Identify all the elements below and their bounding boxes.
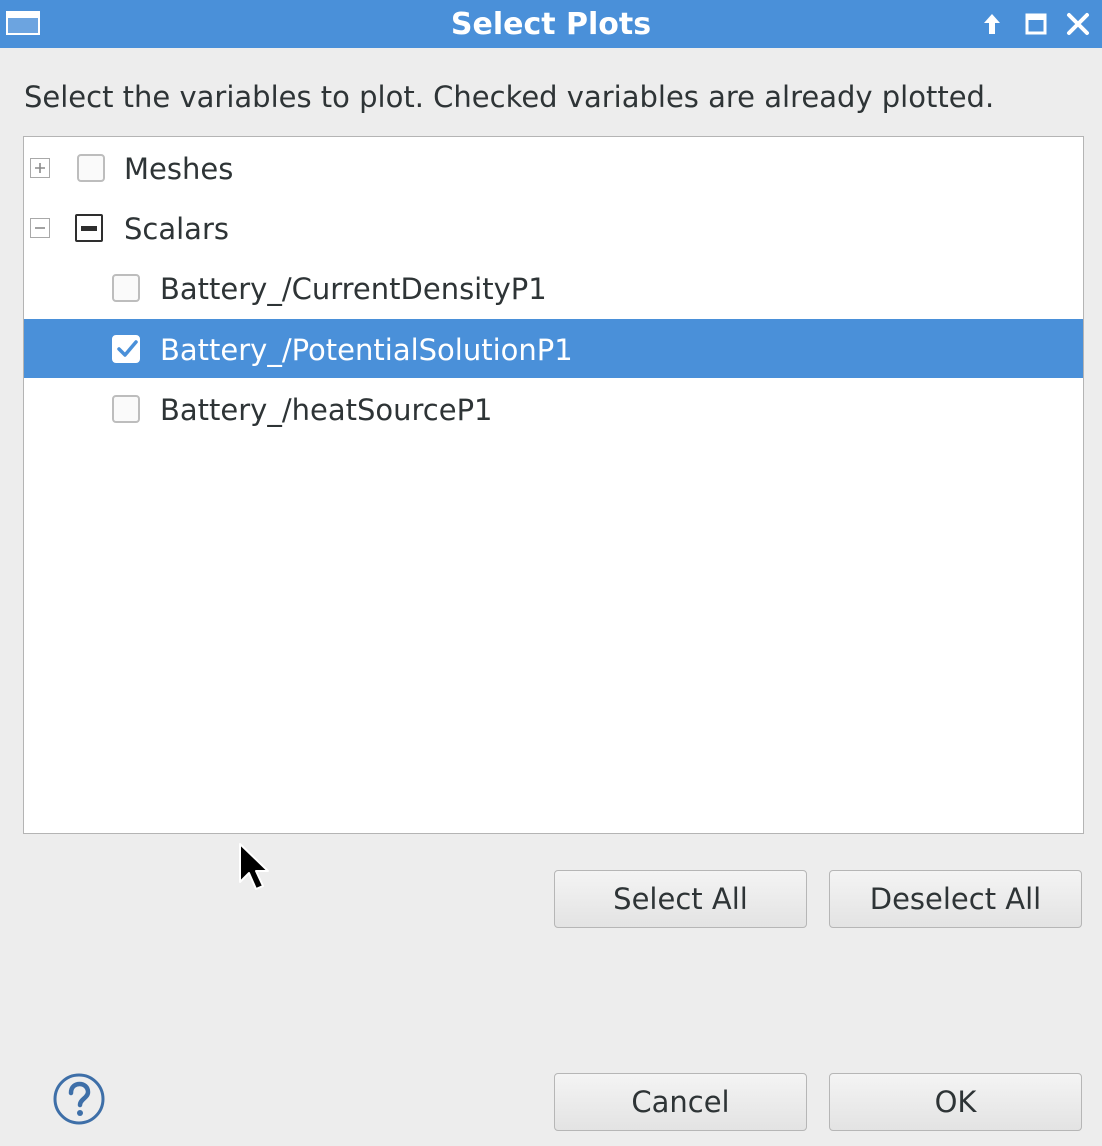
scalars-checkbox[interactable] xyxy=(75,214,103,242)
mouse-pointer-icon xyxy=(239,843,269,890)
expand-plus-icon[interactable] xyxy=(30,158,50,178)
variable-tree[interactable]: Meshes Scalars Battery_/CurrentDensityP1… xyxy=(23,136,1084,834)
tree-row-scalars[interactable]: Scalars xyxy=(24,198,1083,257)
variable-checkbox[interactable] xyxy=(112,274,140,302)
meshes-label: Meshes xyxy=(124,152,234,186)
instruction-text: Select the variables to plot. Checked va… xyxy=(24,80,995,114)
window-title: Select Plots xyxy=(450,7,652,42)
tree-row-meshes[interactable]: Meshes xyxy=(24,138,1083,197)
tree-row-variable-selected[interactable]: Battery_/PotentialSolutionP1 xyxy=(24,319,1083,378)
variable-label: Battery_/CurrentDensityP1 xyxy=(160,272,547,306)
variable-label: Battery_/PotentialSolutionP1 xyxy=(160,333,573,367)
close-icon[interactable] xyxy=(1062,8,1094,40)
deselect-all-button[interactable]: Deselect All xyxy=(829,870,1082,928)
help-icon[interactable] xyxy=(52,1072,106,1126)
scalars-label: Scalars xyxy=(124,212,229,246)
tree-row-variable[interactable]: Battery_/heatSourceP1 xyxy=(24,379,1083,438)
title-bar[interactable]: Select Plots xyxy=(0,0,1102,48)
variable-checkbox-checked[interactable] xyxy=(112,335,140,363)
ok-button[interactable]: OK xyxy=(829,1073,1082,1131)
variable-checkbox[interactable] xyxy=(112,395,140,423)
collapse-minus-icon[interactable] xyxy=(30,218,50,238)
variable-label: Battery_/heatSourceP1 xyxy=(160,393,493,427)
tree-row-variable[interactable]: Battery_/CurrentDensityP1 xyxy=(24,258,1083,317)
meshes-checkbox[interactable] xyxy=(77,154,105,182)
select-all-button[interactable]: Select All xyxy=(554,870,807,928)
up-arrow-icon[interactable] xyxy=(976,8,1008,40)
maximize-icon[interactable] xyxy=(1020,8,1052,40)
cancel-button[interactable]: Cancel xyxy=(554,1073,807,1131)
